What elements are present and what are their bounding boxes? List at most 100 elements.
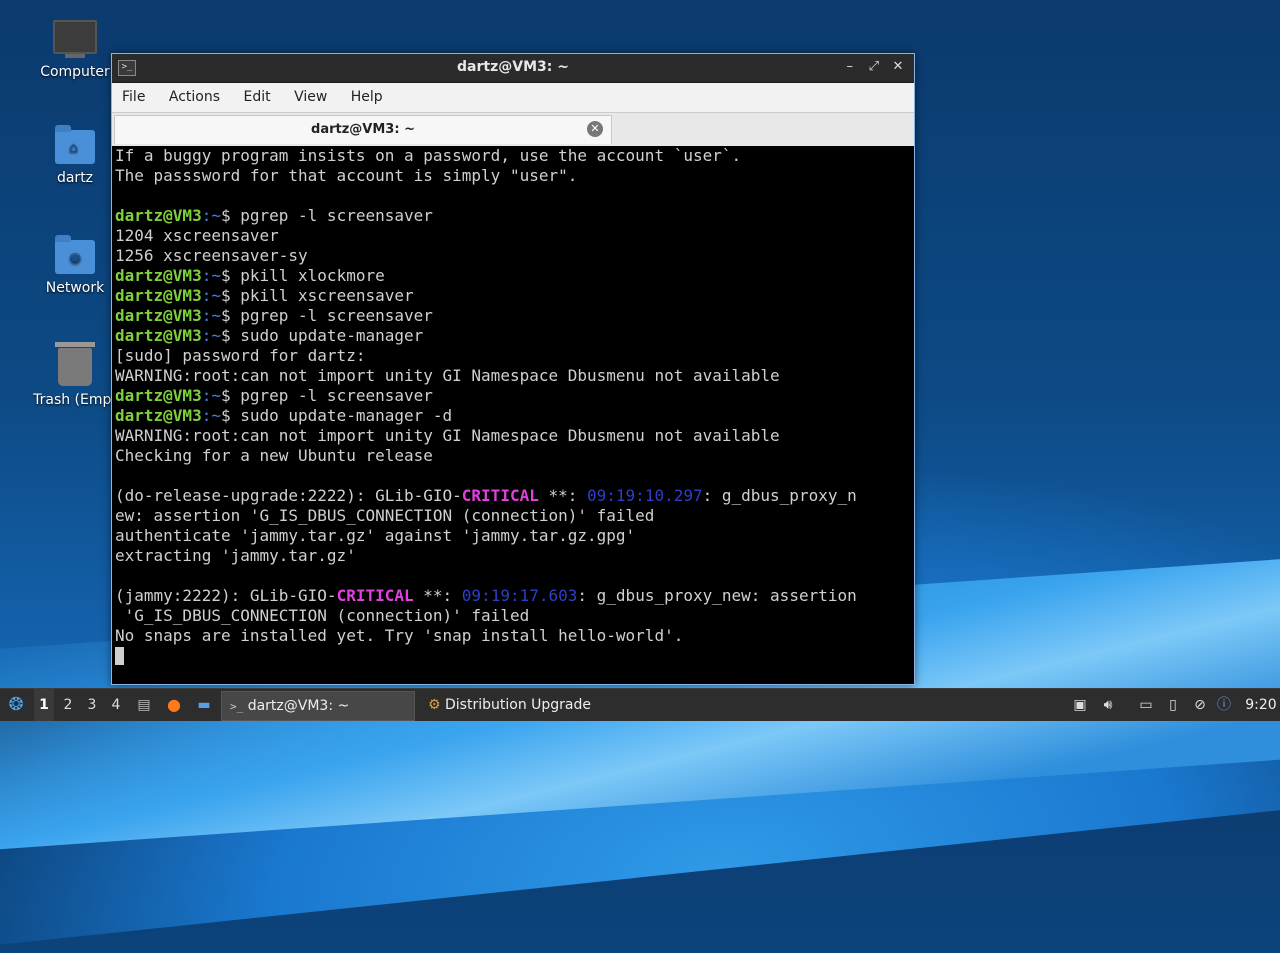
output-text: No snaps are installed yet. Try 'snap in… bbox=[115, 626, 684, 645]
terminal-line: dartz@VM3:~$ sudo update-manager -d bbox=[115, 406, 911, 426]
command-text: pgrep -l screensaver bbox=[240, 386, 433, 405]
output-text: WARNING:root:can not import unity GI Nam… bbox=[115, 426, 780, 445]
log-message: : g_dbus_proxy_new: assertion bbox=[577, 586, 857, 605]
desktop-icon-trash[interactable]: Trash (Empt bbox=[25, 342, 125, 408]
output-text: ew: assertion 'G_IS_DBUS_CONNECTION (con… bbox=[115, 506, 655, 525]
desktop-icon-network[interactable]: ◉ Network bbox=[25, 235, 125, 296]
prompt-symbol: $ bbox=[220, 286, 241, 305]
terminal-window[interactable]: >_ dartz@VM3: ~ – ⤢ ✕ File Actions Edit … bbox=[111, 53, 915, 685]
log-timestamp: 09:19:17.603 bbox=[461, 586, 578, 605]
log-message: : g_dbus_proxy_n bbox=[702, 486, 857, 505]
show-desktop-icon[interactable]: ▬ bbox=[193, 689, 215, 721]
terminal-line: extracting 'jammy.tar.gz' bbox=[115, 546, 911, 566]
terminal-output[interactable]: If a buggy program insists on a password… bbox=[112, 146, 914, 684]
terminal-line: (do-release-upgrade:2222): GLib-GIO-CRIT… bbox=[115, 486, 911, 506]
terminal-line: 1256 xscreensaver-sy bbox=[115, 246, 911, 266]
trash-icon bbox=[55, 342, 95, 386]
menu-edit[interactable]: Edit bbox=[233, 83, 279, 105]
home-folder-icon: ⌂ bbox=[55, 125, 95, 164]
prompt-path: :~ bbox=[201, 206, 221, 225]
log-separator: **: bbox=[538, 486, 588, 505]
menu-file[interactable]: File bbox=[112, 83, 154, 105]
prompt-path: :~ bbox=[201, 306, 221, 325]
prompt-user: dartz@VM3 bbox=[115, 266, 202, 285]
prompt-symbol: $ bbox=[220, 266, 241, 285]
output-text: If a buggy program insists on a password… bbox=[115, 146, 742, 165]
tab-terminal[interactable]: dartz@VM3: ~ ✕ bbox=[114, 115, 612, 144]
terminal-line: (jammy:2222): GLib-GIO-CRITICAL **: 09:1… bbox=[115, 586, 911, 606]
terminal-line bbox=[115, 646, 911, 666]
prompt-symbol: $ bbox=[220, 386, 241, 405]
task-distribution-upgrade[interactable]: ⚙ Distribution Upgrade bbox=[420, 691, 636, 719]
task-label: Distribution Upgrade bbox=[445, 697, 591, 713]
desktop-icon-home[interactable]: ⌂ dartz bbox=[25, 125, 125, 186]
terminal-line: [sudo] password for dartz: bbox=[115, 346, 911, 366]
task-label: dartz@VM3: ~ bbox=[247, 698, 350, 714]
log-prefix: (do-release-upgrade:2222): GLib-GIO- bbox=[115, 486, 462, 505]
prompt-user: dartz@VM3 bbox=[115, 286, 202, 305]
prompt-symbol: $ bbox=[220, 326, 241, 345]
menu-help[interactable]: Help bbox=[341, 83, 392, 105]
terminal-line: dartz@VM3:~$ pgrep -l screensaver bbox=[115, 306, 911, 326]
prompt-path: :~ bbox=[201, 266, 221, 285]
update-icon[interactable]: ⊘ bbox=[1190, 689, 1210, 721]
output-text: authenticate 'jammy.tar.gz' against 'jam… bbox=[115, 526, 636, 545]
upgrade-icon: ⚙ bbox=[428, 697, 441, 713]
terminal-line: No snaps are installed yet. Try 'snap in… bbox=[115, 626, 911, 646]
desktop-icon-label: dartz bbox=[56, 170, 94, 186]
task-terminal[interactable]: >_ dartz@VM3: ~ bbox=[221, 691, 415, 721]
terminal-icon: >_ bbox=[230, 700, 244, 713]
computer-icon bbox=[53, 20, 97, 58]
menu-view[interactable]: View bbox=[284, 83, 336, 105]
workspace-4[interactable]: 4 bbox=[106, 689, 126, 721]
log-separator: **: bbox=[413, 586, 462, 605]
command-text: sudo update-manager bbox=[240, 326, 424, 345]
network-folder-icon: ◉ bbox=[55, 235, 95, 274]
prompt-path: :~ bbox=[201, 286, 221, 305]
prompt-path: :~ bbox=[201, 406, 221, 425]
prompt-path: :~ bbox=[201, 386, 221, 405]
notes-icon[interactable]: ▯ bbox=[1163, 689, 1183, 721]
file-manager-icon[interactable]: ▤ bbox=[134, 689, 154, 721]
terminal-line: dartz@VM3:~$ pgrep -l screensaver bbox=[115, 386, 911, 406]
output-text: Checking for a new Ubuntu release bbox=[115, 446, 433, 465]
desktop-icon-computer[interactable]: Computer bbox=[25, 20, 125, 80]
workspace-1[interactable]: 1 bbox=[34, 689, 54, 721]
tab-label: dartz@VM3: ~ bbox=[311, 122, 415, 137]
output-text: [sudo] password for dartz: bbox=[115, 346, 366, 365]
terminal-line: If a buggy program insists on a password… bbox=[115, 146, 911, 166]
prompt-user: dartz@VM3 bbox=[115, 406, 202, 425]
prompt-symbol: $ bbox=[220, 206, 241, 225]
workspace-2[interactable]: 2 bbox=[58, 689, 78, 721]
clipboard-icon[interactable]: ▣ bbox=[1070, 689, 1090, 721]
workspace-3[interactable]: 3 bbox=[82, 689, 102, 721]
notification-icon[interactable]: ⓘ bbox=[1214, 689, 1234, 721]
desktop-icon-label: Computer bbox=[40, 64, 110, 80]
log-timestamp: 09:19:10.297 bbox=[587, 486, 703, 505]
menu-actions[interactable]: Actions bbox=[159, 83, 229, 105]
critical-label: CRITICAL bbox=[336, 586, 414, 605]
terminal-line: ew: assertion 'G_IS_DBUS_CONNECTION (con… bbox=[115, 506, 911, 526]
firefox-icon[interactable]: ● bbox=[164, 689, 184, 721]
maximize-button[interactable]: ⤢ bbox=[864, 59, 884, 74]
command-text: pgrep -l screensaver bbox=[240, 306, 433, 325]
tab-bar: dartz@VM3: ~ ✕ bbox=[112, 113, 914, 147]
prompt-user: dartz@VM3 bbox=[115, 206, 202, 225]
clock[interactable]: 9:20 bbox=[1244, 689, 1278, 721]
minimize-button[interactable]: – bbox=[840, 59, 860, 74]
terminal-line: dartz@VM3:~$ pkill xlockmore bbox=[115, 266, 911, 286]
critical-label: CRITICAL bbox=[461, 486, 539, 505]
taskbar: ❂ 1 2 3 4 ▤ ● ▬ >_ dartz@VM3: ~ ⚙ Distri… bbox=[0, 688, 1280, 721]
prompt-path: :~ bbox=[201, 326, 221, 345]
network-icon[interactable]: ▭ bbox=[1136, 689, 1156, 721]
command-text: sudo update-manager -d bbox=[240, 406, 453, 425]
close-button[interactable]: ✕ bbox=[888, 59, 908, 74]
app-menu-icon[interactable]: ❂ bbox=[4, 689, 28, 721]
tab-close-icon[interactable]: ✕ bbox=[587, 121, 603, 137]
terminal-line: WARNING:root:can not import unity GI Nam… bbox=[115, 366, 911, 386]
output-text: 1256 xscreensaver-sy bbox=[115, 246, 308, 265]
window-titlebar[interactable]: >_ dartz@VM3: ~ – ⤢ ✕ bbox=[112, 54, 914, 83]
volume-icon[interactable]: 🔊︎ bbox=[1098, 689, 1118, 721]
